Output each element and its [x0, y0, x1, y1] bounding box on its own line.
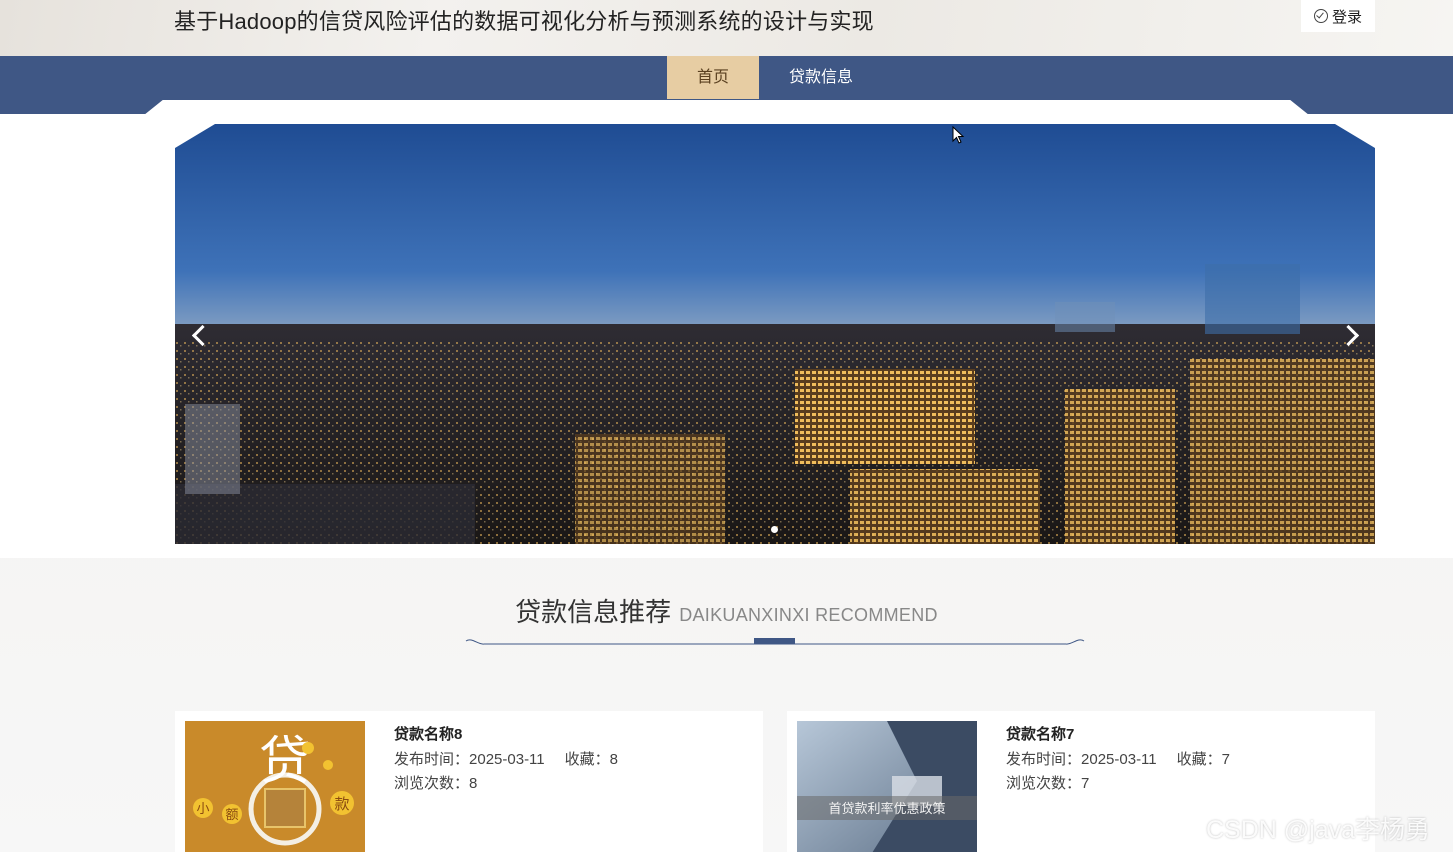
- thumb-big-char: 贷: [259, 732, 311, 792]
- top-header: 基于Hadoop的信贷风险评估的数据可视化分析与预测系统的设计与实现 登录: [0, 0, 1453, 56]
- section-divider: [465, 638, 1085, 645]
- views-count: 8: [469, 775, 478, 792]
- carousel-prev-button[interactable]: [185, 322, 211, 350]
- site-title: 基于Hadoop的信贷风险评估的数据可视化分析与预测系统的设计与实现: [174, 9, 874, 34]
- section-title-cn: 贷款信息推荐: [515, 597, 672, 627]
- loan-meta: 发布时间：2025-03-11 收藏：8: [394, 748, 618, 769]
- carousel-indicator-dot[interactable]: [771, 526, 778, 533]
- publish-label: 发布时间：: [394, 751, 470, 768]
- main-nav: 首页 贷款信息: [0, 56, 1453, 114]
- banner-carousel[interactable]: [175, 124, 1375, 544]
- loan-thumbnail[interactable]: 首贷款利率优惠政策: [797, 721, 977, 852]
- favorite-label: 收藏：: [1176, 751, 1222, 768]
- favorite-count: 7: [1221, 751, 1230, 768]
- thumb-char-amount: 额: [225, 808, 238, 823]
- login-button[interactable]: 登录: [1301, 0, 1375, 32]
- favorite-label: 收藏：: [564, 751, 610, 768]
- city-skyline-image: [175, 124, 1375, 544]
- login-label: 登录: [1331, 8, 1362, 26]
- check-circle-icon: [1313, 9, 1328, 23]
- nav-bottom-curve: [0, 100, 1453, 114]
- loan-name[interactable]: 贷款名称8: [394, 723, 462, 744]
- loan-card[interactable]: 贷 小 额 款 贷款名称8 发布时间：2025-03-11 收藏：8 浏览次数：8: [175, 711, 763, 852]
- nav-home[interactable]: 首页: [667, 56, 759, 99]
- thumb-char-loan: 款: [334, 795, 349, 813]
- carousel-next-button[interactable]: [1339, 322, 1365, 350]
- loan-views: 浏览次数：8: [394, 772, 477, 793]
- thumb-char-small: 小: [196, 802, 209, 817]
- thumb-caption: 首贷款利率优惠政策: [828, 801, 945, 817]
- loan-thumbnail[interactable]: 贷 小 额 款: [185, 721, 365, 852]
- mouse-cursor-icon: [952, 126, 965, 144]
- favorite-count: 8: [609, 751, 618, 768]
- section-title-en: DAIKUANXINXI RECOMMEND: [679, 605, 938, 625]
- loan-meta: 发布时间：2025-03-11 收藏：7: [1006, 748, 1230, 769]
- publish-date: 2025-03-11: [469, 751, 545, 768]
- nav-loan-info[interactable]: 贷款信息: [775, 56, 867, 99]
- loan-name[interactable]: 贷款名称7: [1006, 723, 1074, 744]
- watermark: CSDN @java李杨勇: [1206, 816, 1431, 844]
- views-label: 浏览次数：: [394, 775, 470, 792]
- publish-label: 发布时间：: [1006, 751, 1082, 768]
- views-count: 7: [1081, 775, 1090, 792]
- views-label: 浏览次数：: [1006, 775, 1082, 792]
- section-header: 贷款信息推荐 DAIKUANXINXI RECOMMEND: [0, 592, 1453, 629]
- loan-views: 浏览次数：7: [1006, 772, 1089, 793]
- publish-date: 2025-03-11: [1081, 751, 1157, 768]
